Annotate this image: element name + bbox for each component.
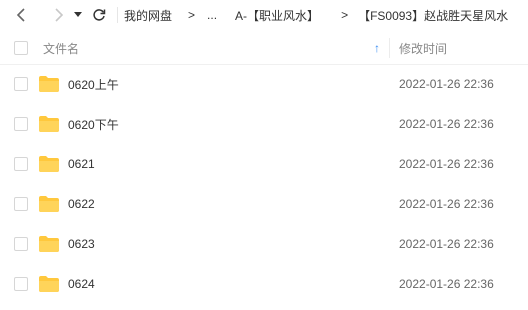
table-row[interactable]: 0623 2022-01-26 22:36 xyxy=(0,224,528,264)
file-name[interactable]: 0621 xyxy=(68,157,95,171)
modified-time: 2022-01-26 22:36 xyxy=(399,197,494,211)
modified-time: 2022-01-26 22:36 xyxy=(399,277,494,291)
row-checkbox[interactable] xyxy=(14,197,28,211)
refresh-icon xyxy=(93,9,106,21)
folder-icon xyxy=(39,76,59,92)
breadcrumb: 我的网盘 > ... A-【职业风水】 > 【FS0093】赵战胜天星风水 xyxy=(124,7,508,24)
toolbar-divider xyxy=(117,7,118,23)
modified-time: 2022-01-26 22:36 xyxy=(399,77,494,91)
back-button[interactable] xyxy=(9,3,33,27)
caret-down-icon xyxy=(74,12,82,17)
row-checkbox[interactable] xyxy=(14,277,28,291)
modified-time: 2022-01-26 22:36 xyxy=(399,157,494,171)
column-divider[interactable] xyxy=(389,38,390,58)
table-row[interactable]: 0620上午 2022-01-26 22:36 xyxy=(0,64,528,104)
file-name[interactable]: 0623 xyxy=(68,237,95,251)
history-dropdown-button[interactable] xyxy=(71,3,85,27)
folder-icon xyxy=(39,196,59,212)
folder-icon xyxy=(39,276,59,292)
breadcrumb-root[interactable]: 我的网盘 xyxy=(124,7,172,24)
breadcrumb-current: 【FS0093】赵战胜天星风水 xyxy=(358,8,509,23)
table-header: 文件名 ↑ 修改时间 xyxy=(0,32,528,65)
breadcrumb-ellipsis[interactable]: ... xyxy=(207,8,217,22)
file-name[interactable]: 0620上午 xyxy=(68,76,119,93)
folder-icon xyxy=(39,116,59,132)
row-checkbox[interactable] xyxy=(14,117,28,131)
table-row[interactable]: 0620下午 2022-01-26 22:36 xyxy=(0,104,528,144)
forward-button[interactable] xyxy=(47,3,71,27)
breadcrumb-separator: > xyxy=(188,8,196,22)
table-row[interactable]: 0621 2022-01-26 22:36 xyxy=(0,144,528,184)
breadcrumb-separator: > xyxy=(341,8,349,22)
row-checkbox[interactable] xyxy=(14,157,28,171)
select-all-checkbox[interactable] xyxy=(14,41,28,55)
sort-ascending-icon[interactable]: ↑ xyxy=(374,41,380,55)
folder-icon xyxy=(39,156,59,172)
table-row[interactable]: 0624 2022-01-26 22:36 xyxy=(0,264,528,304)
file-name[interactable]: 0620下午 xyxy=(68,116,119,133)
row-checkbox[interactable] xyxy=(14,77,28,91)
modified-time: 2022-01-26 22:36 xyxy=(399,117,494,131)
chevron-right-icon xyxy=(55,8,64,22)
modified-time: 2022-01-26 22:36 xyxy=(399,237,494,251)
file-name[interactable]: 0622 xyxy=(68,197,95,211)
row-checkbox[interactable] xyxy=(14,237,28,251)
column-header-modified-time[interactable]: 修改时间 xyxy=(399,40,447,57)
breadcrumb-level1[interactable]: A-【职业风水】 xyxy=(235,7,319,24)
refresh-button[interactable] xyxy=(87,3,111,27)
folder-icon xyxy=(39,236,59,252)
chevron-left-icon xyxy=(16,8,25,22)
file-name[interactable]: 0624 xyxy=(68,277,95,291)
table-row[interactable]: 0622 2022-01-26 22:36 xyxy=(0,184,528,224)
navigation-bar: 我的网盘 > ... A-【职业风水】 > 【FS0093】赵战胜天星风水 xyxy=(0,0,528,30)
column-header-name[interactable]: 文件名 xyxy=(43,40,79,57)
